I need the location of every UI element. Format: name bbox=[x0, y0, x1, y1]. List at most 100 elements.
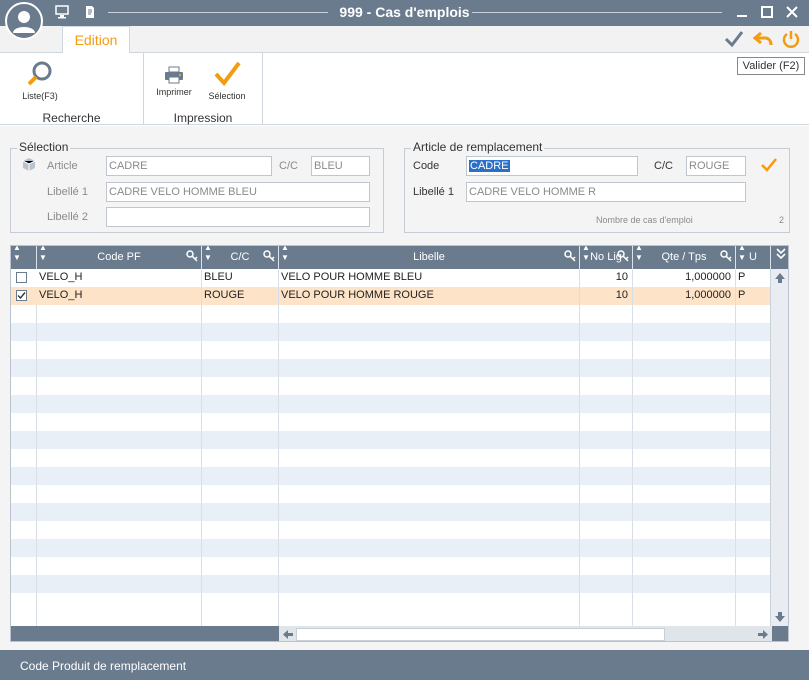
arrow-up-icon[interactable] bbox=[774, 272, 786, 284]
empty-row bbox=[11, 539, 771, 557]
grid-header-select[interactable]: ▲ ▼ bbox=[11, 246, 37, 269]
selection-panel-title: Sélection bbox=[17, 140, 71, 154]
user-avatar[interactable] bbox=[5, 2, 43, 40]
grid-header-u[interactable]: ▲ ▼ U bbox=[736, 246, 771, 269]
liste-button[interactable]: Liste(F3) bbox=[18, 59, 62, 101]
undo-icon[interactable] bbox=[752, 28, 774, 50]
close-button[interactable] bbox=[783, 3, 801, 21]
status-text: Code Produit de remplacement bbox=[20, 659, 187, 673]
cell-cc: BLEU bbox=[202, 269, 279, 287]
user-icon bbox=[13, 11, 35, 33]
empty-row bbox=[11, 467, 771, 485]
replacement-check-icon[interactable] bbox=[760, 157, 778, 173]
document-icon[interactable] bbox=[83, 5, 97, 19]
horizontal-scroll-thumb[interactable] bbox=[296, 628, 665, 641]
sort-icon: ▲ ▼ bbox=[738, 245, 746, 262]
validate-icon[interactable] bbox=[723, 28, 745, 50]
results-grid: ▲ ▼ ▲ ▼ Code PF ▲ ▼ C/C ▲ ▼ Libelle ▲ ▼ No Li… bbox=[10, 245, 789, 642]
cell-no-lig: 10 bbox=[580, 287, 633, 305]
liste-button-label: Liste(F3) bbox=[22, 91, 58, 101]
empty-row bbox=[11, 359, 771, 377]
key-icon bbox=[564, 250, 576, 262]
cell-libelle: VELO POUR HOMME BLEU bbox=[279, 269, 580, 287]
minimize-button[interactable] bbox=[733, 3, 751, 21]
table-row[interactable]: VELO_H ROUGE VELO POUR HOMME ROUGE 10 1,… bbox=[11, 287, 771, 305]
power-icon[interactable] bbox=[780, 28, 802, 50]
sort-icon: ▲ ▼ bbox=[13, 245, 21, 262]
article-label: Article bbox=[47, 160, 78, 172]
selection-libelle2-label: Libellé 2 bbox=[47, 211, 88, 223]
monitor-icon[interactable] bbox=[55, 5, 69, 19]
arrow-right-icon[interactable] bbox=[757, 629, 769, 640]
article-field[interactable]: CADRE bbox=[106, 156, 272, 176]
grid-header: ▲ ▼ ▲ ▼ Code PF ▲ ▼ C/C ▲ ▼ Libelle ▲ ▼ No Li… bbox=[11, 246, 788, 269]
grid-header-cc[interactable]: ▲ ▼ C/C bbox=[202, 246, 279, 269]
validate-tooltip: Valider (F2) bbox=[737, 57, 805, 75]
grid-column-divider bbox=[579, 269, 580, 626]
double-chevron-down-icon bbox=[775, 248, 786, 260]
row-checkbox[interactable] bbox=[16, 272, 27, 283]
checkbox-check-icon bbox=[17, 292, 26, 300]
empty-row bbox=[11, 557, 771, 575]
empty-row bbox=[11, 575, 771, 593]
grid-header-label: C/C bbox=[230, 251, 250, 263]
selection-cc-label: C/C bbox=[279, 160, 298, 172]
checkmark-icon bbox=[214, 61, 241, 87]
grid-column-divider bbox=[632, 269, 633, 626]
grid-header-libelle[interactable]: ▲ ▼ Libelle bbox=[279, 246, 580, 269]
selection-button[interactable]: Sélection bbox=[204, 59, 250, 101]
cell-cc: ROUGE bbox=[202, 287, 279, 305]
replacement-panel: Article de remplacement Code CADRE C/C R… bbox=[404, 140, 790, 233]
cell-libelle: VELO POUR HOMME ROUGE bbox=[279, 287, 580, 305]
empty-row bbox=[11, 413, 771, 431]
tab-edition[interactable]: Edition bbox=[62, 26, 130, 54]
empty-row bbox=[11, 341, 771, 359]
grid-header-code-pf[interactable]: ▲ ▼ Code PF bbox=[37, 246, 202, 269]
replacement-libelle1-field[interactable]: CADRE VELO HOMME R bbox=[466, 182, 746, 202]
selection-cc-field[interactable]: BLEU bbox=[311, 156, 370, 176]
ribbon: Liste(F3) Recherche Imprimer Sélection I… bbox=[0, 53, 809, 125]
selection-panel: Sélection Article CADRE C/C BLEU Libellé… bbox=[10, 140, 384, 233]
table-row[interactable]: VELO_H BLEU VELO POUR HOMME BLEU 10 1,00… bbox=[11, 269, 771, 287]
selection-libelle1-field[interactable]: CADRE VELO HOMME BLEU bbox=[106, 182, 370, 202]
horizontal-scrollbar[interactable] bbox=[11, 626, 788, 641]
grid-header-label: Libelle bbox=[413, 251, 445, 263]
replacement-code-field[interactable]: CADRE bbox=[466, 156, 638, 176]
key-icon bbox=[263, 250, 275, 262]
cell-qte: 1,000000 bbox=[633, 287, 736, 305]
columns-toggle-button[interactable] bbox=[771, 246, 788, 269]
vertical-scrollbar[interactable] bbox=[770, 269, 788, 626]
close-icon bbox=[786, 6, 798, 18]
maximize-button[interactable] bbox=[758, 3, 776, 21]
imprimer-button[interactable]: Imprimer bbox=[152, 65, 196, 97]
cell-no-lig: 10 bbox=[580, 269, 633, 287]
title-bar: 999 - Cas d'emplois bbox=[0, 0, 809, 26]
grid-header-no-lig[interactable]: ▲ ▼ No Lig bbox=[580, 246, 633, 269]
cell-u: P bbox=[736, 287, 771, 305]
minimize-icon bbox=[737, 15, 747, 17]
arrow-left-icon[interactable] bbox=[282, 629, 294, 640]
ribbon-group-impression: Imprimer Sélection Impression bbox=[144, 53, 263, 125]
grid-header-label: Qte / Tps bbox=[661, 251, 707, 263]
key-icon bbox=[720, 250, 732, 262]
grid-header-qte[interactable]: ▲ ▼ Qte / Tps bbox=[633, 246, 736, 269]
replacement-code-label: Code bbox=[413, 160, 440, 172]
row-checkbox[interactable] bbox=[16, 290, 27, 301]
grid-column-divider bbox=[36, 269, 37, 626]
selection-libelle2-field[interactable] bbox=[106, 207, 370, 227]
empty-row bbox=[11, 485, 771, 503]
printer-icon bbox=[165, 66, 183, 84]
empty-row bbox=[11, 593, 771, 611]
sort-icon: ▲ ▼ bbox=[39, 245, 47, 262]
selection-libelle1-label: Libellé 1 bbox=[47, 186, 88, 198]
cell-code-pf: VELO_H bbox=[37, 287, 202, 305]
sort-icon: ▲ ▼ bbox=[582, 245, 590, 262]
empty-row bbox=[11, 377, 771, 395]
replacement-cc-field[interactable]: ROUGE bbox=[686, 156, 746, 176]
grid-column-divider bbox=[278, 269, 279, 626]
empty-row bbox=[11, 395, 771, 413]
arrow-down-icon[interactable] bbox=[774, 611, 786, 623]
imprimer-button-label: Imprimer bbox=[156, 87, 192, 97]
empty-row bbox=[11, 305, 771, 323]
sort-icon: ▲ ▼ bbox=[204, 245, 212, 262]
